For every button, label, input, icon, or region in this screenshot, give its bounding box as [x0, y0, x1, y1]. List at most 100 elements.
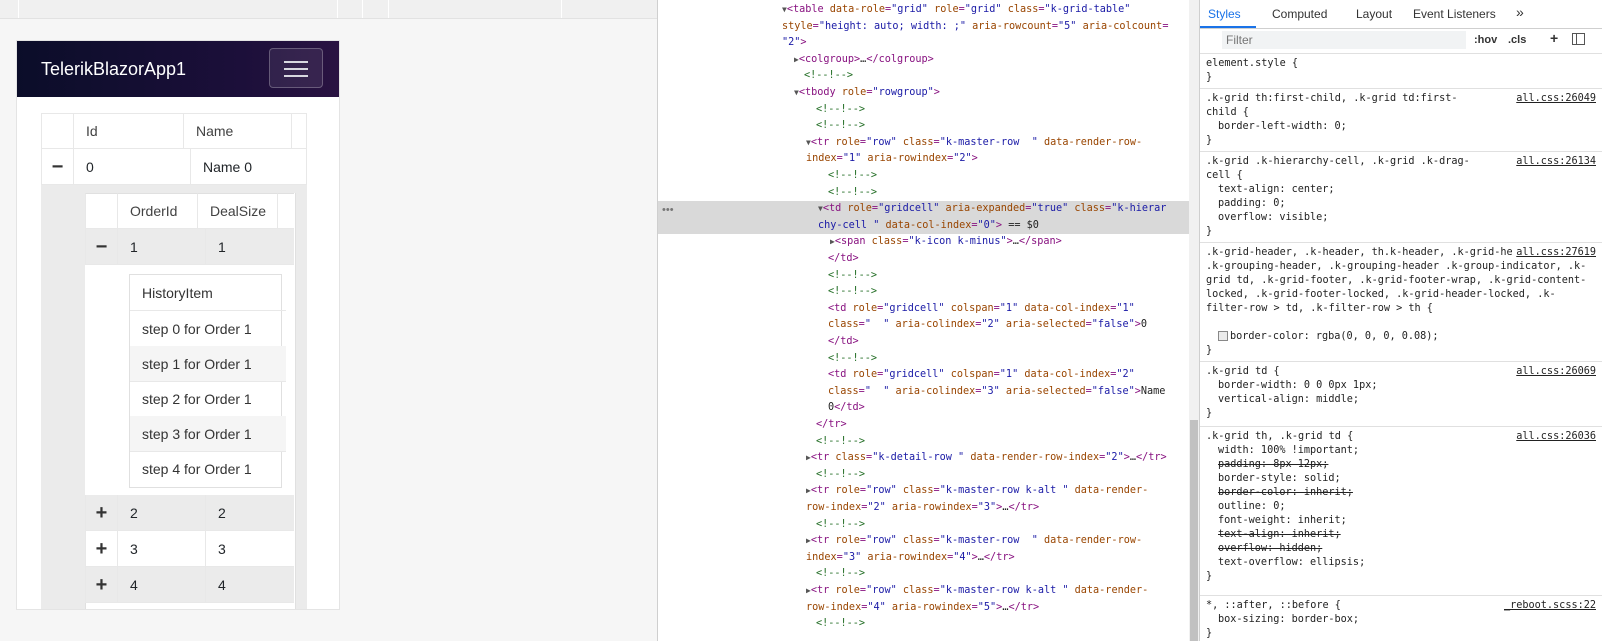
css-declaration[interactable]: border-left-width: 0; — [1218, 120, 1347, 134]
dom-node[interactable]: <!--!--> — [658, 616, 1199, 633]
styles-filter-input[interactable]: Filter — [1222, 31, 1466, 49]
css-declaration[interactable]: font-weight: inherit; — [1218, 514, 1347, 528]
expand-order-icon[interactable]: + — [85, 531, 117, 567]
dom-node[interactable]: ▶<tr role="row" class="k-master-row k-al… — [658, 583, 1199, 600]
rule-source-link[interactable]: all.css:26069 — [1516, 365, 1596, 379]
dom-node[interactable]: ▶<tr role="row" class="k-master-row " da… — [658, 533, 1199, 550]
css-declaration-overridden[interactable]: text-align: inherit; — [1218, 528, 1341, 542]
dom-scrollbar[interactable] — [1189, 0, 1199, 641]
column-header-dealsize[interactable]: DealSize — [197, 193, 277, 229]
css-rule[interactable]: .k-grid th:first-child, .k-grid td:first… — [1200, 89, 1602, 152]
rule-source-link[interactable]: all.css:26036 — [1516, 430, 1596, 444]
dom-node[interactable]: </td> — [658, 251, 1199, 268]
dom-node[interactable]: <!--!--> — [658, 118, 1199, 135]
rule-selector[interactable]: .k-grid th, .k-grid td { — [1206, 430, 1353, 444]
collapse-order-icon[interactable]: − — [85, 229, 117, 265]
scrollbar-thumb[interactable] — [1190, 420, 1198, 641]
tab-layout[interactable]: Layout — [1356, 7, 1392, 21]
css-rule[interactable]: .k-grid td { all.css:26069 border-width:… — [1200, 362, 1602, 427]
dom-node-selected[interactable]: ▼<td role="gridcell" aria-expanded="true… — [658, 201, 1199, 218]
dom-node-selected[interactable]: chy-cell " data-col-index="0"> == $0 — [658, 217, 1199, 235]
dom-node[interactable]: row-index="4" aria-rowindex="5">…</tr> — [658, 600, 1199, 617]
rule-selector[interactable]: *, ::after, ::before { — [1206, 599, 1341, 613]
css-declaration[interactable]: border-style: solid; — [1218, 472, 1341, 486]
app-brand[interactable]: TelerikBlazorApp1 — [41, 59, 186, 80]
more-tabs-icon[interactable]: » — [1516, 4, 1524, 20]
new-rule-button[interactable]: + — [1550, 30, 1558, 46]
dom-node[interactable]: class=" " aria-colindex="3" aria-selecte… — [658, 384, 1199, 401]
dom-node[interactable]: 0</td> — [658, 400, 1199, 417]
rule-selector[interactable]: .k-grid th:first-child, .k-grid td:first… — [1206, 92, 1486, 120]
rule-selector[interactable]: .k-grid .k-hierarchy-cell, .k-grid .k-dr… — [1206, 155, 1476, 183]
toggle-sidebar-icon[interactable] — [1572, 33, 1585, 45]
dom-node[interactable]: ▼<tbody role="rowgroup"> — [658, 85, 1199, 102]
dom-node[interactable]: ▶<tr class="k-detail-row " data-render-r… — [658, 450, 1199, 467]
dom-node[interactable]: <td role="gridcell" colspan="1" data-col… — [658, 367, 1199, 384]
css-declaration[interactable]: width: 100% !important; — [1218, 444, 1359, 458]
dom-node[interactable]: <!--!--> — [658, 434, 1199, 451]
rule-source-link[interactable]: all.css:26049 — [1516, 92, 1596, 106]
dom-node[interactable]: <!--!--> — [658, 566, 1199, 583]
dom-node[interactable]: class=" " aria-colindex="2" aria-selecte… — [658, 317, 1199, 334]
css-declaration-overridden[interactable]: border-color: inherit; — [1218, 486, 1353, 500]
css-rule[interactable]: .k-grid th, .k-grid td { all.css:26036 w… — [1200, 427, 1602, 596]
dom-node[interactable]: ▶<tr role="row" class="k-master-row k-al… — [658, 483, 1199, 500]
dom-tree[interactable]: ▼<table data-role="grid" role="grid" cla… — [658, 0, 1199, 641]
dom-node[interactable]: <!--!--> — [658, 284, 1199, 301]
rule-source-link[interactable]: _reboot.scss:22 — [1504, 599, 1596, 613]
collapse-row-icon[interactable]: − — [41, 149, 73, 185]
dom-node[interactable]: ▼<tr role="row" class="k-master-row " da… — [658, 135, 1199, 152]
rule-source-link[interactable]: all.css:26134 — [1516, 155, 1596, 169]
dom-node[interactable]: style="height: auto; width: ;" aria-rowc… — [658, 19, 1199, 36]
tab-event-listeners[interactable]: Event Listeners — [1413, 7, 1496, 21]
more-options-icon[interactable]: ••• — [662, 204, 674, 216]
dom-node[interactable]: <!--!--> — [658, 467, 1199, 484]
dom-node[interactable]: <!--!--> — [658, 268, 1199, 285]
css-declaration[interactable]: border-width: 0 0 0px 1px; — [1218, 379, 1377, 393]
dom-node[interactable]: "2"> — [658, 35, 1199, 52]
tab-computed[interactable]: Computed — [1272, 7, 1327, 21]
column-header-name[interactable]: Name — [183, 113, 291, 149]
dom-node[interactable]: <td role="gridcell" colspan="1" data-col… — [658, 301, 1199, 318]
column-header-historyitem[interactable]: HistoryItem — [130, 275, 286, 311]
dom-node[interactable]: </tr> — [658, 417, 1199, 434]
dom-node[interactable]: <!--!--> — [658, 517, 1199, 534]
css-rule[interactable]: *, ::after, ::before { _reboot.scss:22 b… — [1200, 596, 1602, 641]
dom-node[interactable]: <!--!--> — [658, 102, 1199, 119]
dom-node[interactable]: ▶<colgroup>…</colgroup> — [658, 52, 1199, 69]
dom-node[interactable]: </td> — [658, 334, 1199, 351]
rule-selector[interactable]: .k-grid td { — [1206, 365, 1280, 379]
dom-node[interactable]: <!--!--> — [658, 351, 1199, 368]
column-header-id[interactable]: Id — [73, 113, 183, 149]
column-header-orderid[interactable]: OrderId — [117, 193, 197, 229]
cls-toggle[interactable]: .cls — [1508, 34, 1526, 46]
css-declaration[interactable]: vertical-align: middle; — [1218, 393, 1359, 407]
expand-order-icon[interactable]: + — [85, 567, 117, 603]
css-declaration[interactable]: border-color: rgba(0, 0, 0, 0.08); — [1218, 330, 1439, 344]
dom-node[interactable]: row-index="2" aria-rowindex="3">…</tr> — [658, 500, 1199, 517]
dom-node[interactable]: index="3" aria-rowindex="4">…</tr> — [658, 550, 1199, 567]
css-declaration[interactable]: text-overflow: ellipsis; — [1218, 556, 1365, 570]
color-swatch-icon[interactable] — [1218, 331, 1228, 341]
css-declaration-overridden[interactable]: overflow: hidden; — [1218, 542, 1322, 556]
dom-node[interactable]: <!--!--> — [658, 68, 1199, 85]
rule-selector[interactable]: element.style { — [1206, 57, 1298, 71]
hov-toggle[interactable]: :hov — [1474, 34, 1497, 46]
rule-source-link[interactable]: all.css:27619 — [1512, 246, 1596, 260]
css-declaration-overridden[interactable]: padding: 8px 12px; — [1218, 458, 1328, 472]
tab-styles[interactable]: Styles — [1208, 7, 1241, 21]
dom-node[interactable]: index="1" aria-rowindex="2"> — [658, 151, 1199, 168]
css-declaration[interactable]: outline: 0; — [1218, 500, 1285, 514]
navbar-toggler-button[interactable] — [269, 48, 323, 88]
css-declaration[interactable]: box-sizing: border-box; — [1218, 613, 1359, 627]
css-declaration[interactable]: text-align: center; — [1218, 183, 1335, 197]
css-declaration[interactable]: padding: 0; — [1218, 197, 1285, 211]
dom-node[interactable]: <!--!--> — [658, 168, 1199, 185]
expand-order-icon[interactable]: + — [85, 495, 117, 531]
css-declaration[interactable]: overflow: visible; — [1218, 211, 1328, 225]
css-rule[interactable]: .k-grid-header, .k-header, th.k-header, … — [1200, 243, 1602, 362]
dom-node[interactable]: <!--!--> — [658, 185, 1199, 202]
dom-node[interactable]: ▶<span class="k-icon k-minus">…</span> — [658, 234, 1199, 251]
css-rule[interactable]: .k-grid .k-hierarchy-cell, .k-grid .k-dr… — [1200, 152, 1602, 243]
css-rule[interactable]: element.style { } — [1200, 54, 1602, 89]
